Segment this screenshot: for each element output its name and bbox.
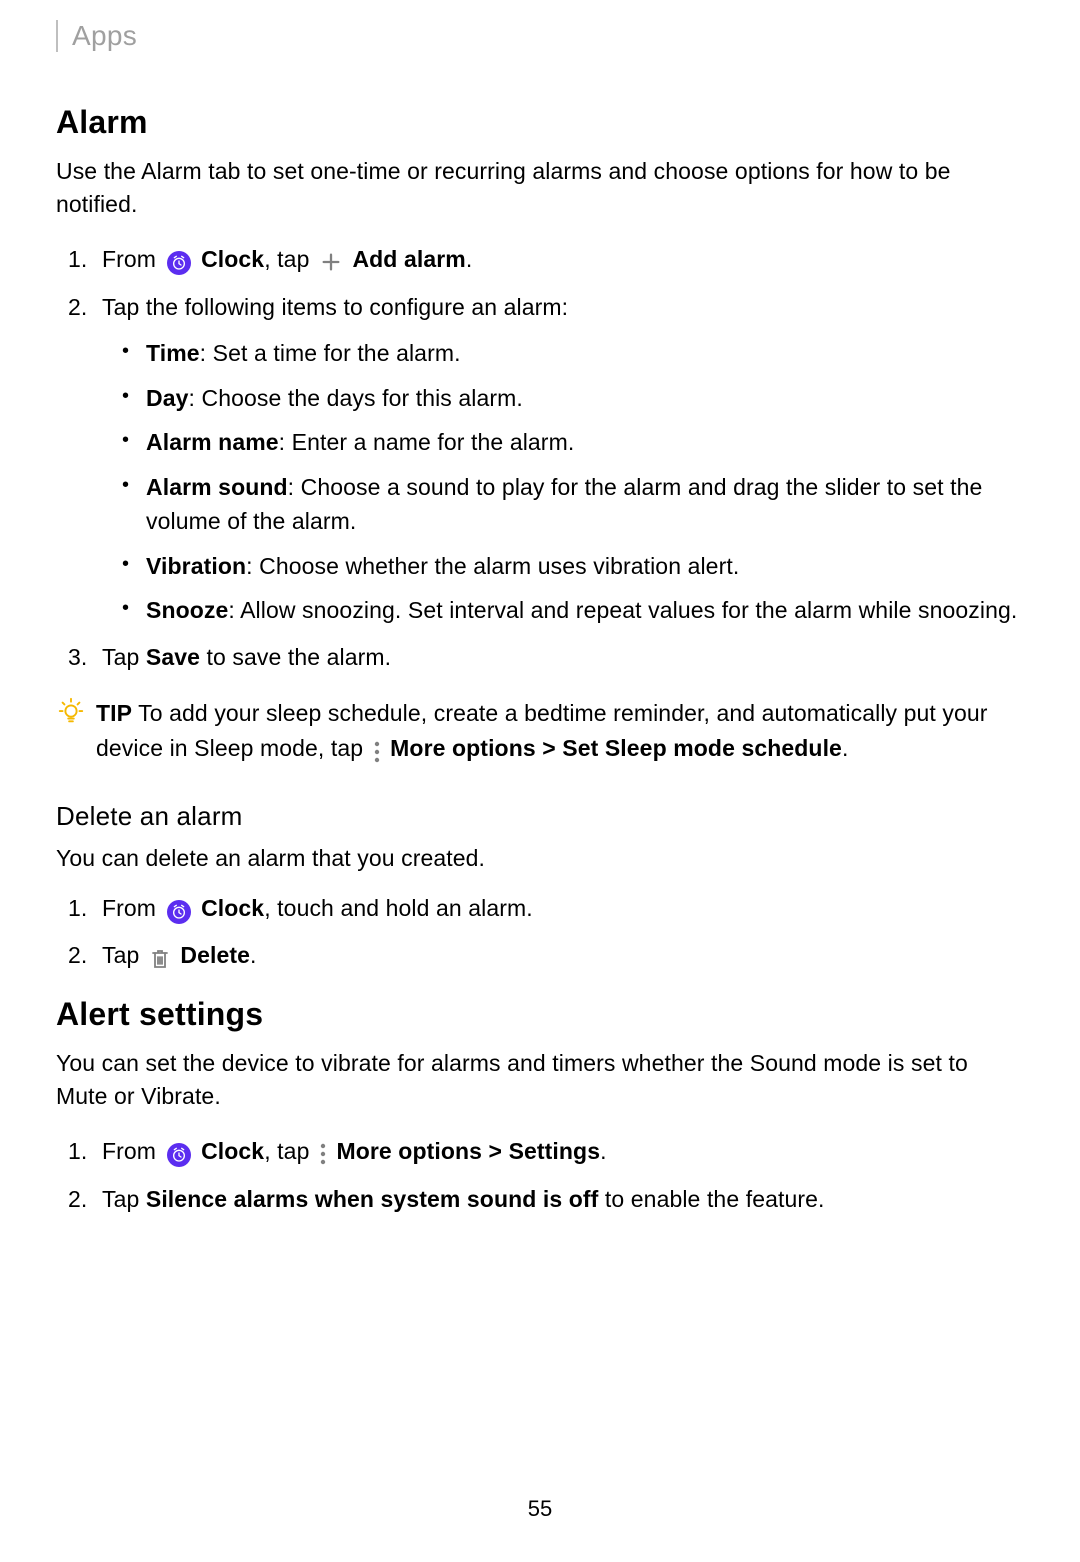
list-item: Snooze: Allow snoozing. Set interval and… bbox=[146, 593, 1024, 628]
list-item: Vibration: Choose whether the alarm uses… bbox=[146, 549, 1024, 584]
more-options-icon bbox=[320, 1135, 326, 1170]
alert-heading: Alert settings bbox=[56, 996, 1024, 1033]
more-options-icon bbox=[374, 733, 380, 768]
alert-step-2: Tap Silence alarms when system sound is … bbox=[102, 1182, 1024, 1217]
alarm-sub-list: Time: Set a time for the alarm. Day: Cho… bbox=[102, 336, 1024, 628]
breadcrumb: Apps bbox=[56, 20, 1024, 52]
alarm-steps: From Clock, tap Add alarm. Tap the follo… bbox=[56, 242, 1024, 675]
list-item: Alarm sound: Choose a sound to play for … bbox=[146, 470, 1024, 539]
page-number: 55 bbox=[56, 1496, 1024, 1522]
alert-intro: You can set the device to vibrate for al… bbox=[56, 1047, 1024, 1114]
alarm-step-3: Tap Save to save the alarm. bbox=[102, 640, 1024, 675]
alert-steps: From Clock, tap More options > Settings.… bbox=[56, 1134, 1024, 1217]
alert-step-1: From Clock, tap More options > Settings. bbox=[102, 1134, 1024, 1170]
alarm-heading: Alarm bbox=[56, 104, 1024, 141]
alarm-intro: Use the Alarm tab to set one-time or rec… bbox=[56, 155, 1024, 222]
list-item: Alarm name: Enter a name for the alarm. bbox=[146, 425, 1024, 460]
clock-icon bbox=[167, 251, 191, 275]
delete-heading: Delete an alarm bbox=[56, 801, 1024, 832]
alarm-step-1: From Clock, tap Add alarm. bbox=[102, 242, 1024, 278]
clock-icon bbox=[167, 1143, 191, 1167]
clock-icon bbox=[167, 900, 191, 924]
list-item: Day: Choose the days for this alarm. bbox=[146, 381, 1024, 416]
lightbulb-icon bbox=[56, 696, 86, 731]
alarm-step-2: Tap the following items to configure an … bbox=[102, 290, 1024, 628]
delete-step-1: From Clock, touch and hold an alarm. bbox=[102, 891, 1024, 926]
trash-icon bbox=[150, 940, 170, 975]
list-item: Time: Set a time for the alarm. bbox=[146, 336, 1024, 371]
tip-block: TIP To add your sleep schedule, create a… bbox=[56, 696, 1024, 767]
delete-steps: From Clock, touch and hold an alarm. Tap… bbox=[56, 891, 1024, 974]
delete-intro: You can delete an alarm that you created… bbox=[56, 842, 1024, 875]
delete-step-2: Tap Delete. bbox=[102, 938, 1024, 974]
tip-text: TIP To add your sleep schedule, create a… bbox=[96, 696, 1024, 767]
plus-icon bbox=[320, 243, 342, 278]
